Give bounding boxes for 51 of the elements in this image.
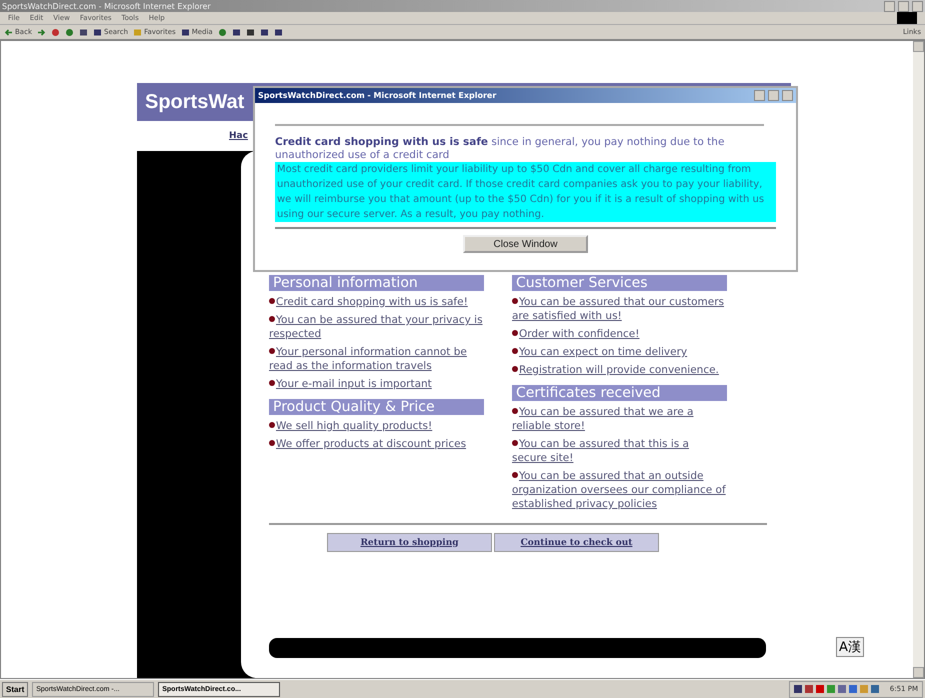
info-link[interactable]: You can be assured that our customers are satisfied with us! bbox=[512, 295, 727, 323]
info-link[interactable]: We offer products at discount prices bbox=[269, 437, 484, 451]
section-heading: Personal information bbox=[269, 275, 484, 291]
nav-link[interactable]: Hac bbox=[229, 131, 248, 141]
bullet-icon bbox=[512, 472, 518, 478]
section-heading: Customer Services bbox=[512, 275, 727, 291]
window-title: SportsWatchDirect.com - Microsoft Internet Explorer bbox=[2, 2, 211, 10]
info-link[interactable]: You can be assured that an outside organization oversees our compliance of established privacy policies bbox=[512, 469, 727, 511]
bullet-icon bbox=[269, 298, 275, 304]
bullet-icon bbox=[512, 440, 518, 446]
arrow-icon bbox=[37, 28, 46, 36]
info-link[interactable]: We sell high quality products! bbox=[269, 419, 484, 433]
ime-indicator[interactable]: A漢 bbox=[836, 637, 864, 657]
info-link[interactable]: You can be assured that this is a secure site! bbox=[512, 437, 727, 465]
info-link[interactable]: You can expect on time delivery bbox=[512, 345, 727, 359]
info-link[interactable]: Credit card shopping with us is safe! bbox=[269, 295, 484, 309]
circle-icon bbox=[65, 28, 74, 36]
bullet-icon bbox=[269, 348, 275, 354]
info-link[interactable]: Registration will provide convenience. bbox=[512, 363, 727, 377]
circle-icon bbox=[51, 28, 60, 36]
bullet-icon bbox=[512, 348, 518, 354]
highlighted-text: Most credit card providers limit your liability up to $50 Cdn and cover all charge resulting from unauthorized use of your credit card. If those credit card companies ask you to pay your liability, we will reimburse you that amount (up to the $50 Cdn) for you if it is a result of shopping with us using our secure server. As a result, you pay nothing. bbox=[275, 162, 776, 222]
info-link[interactable]: Order with confidence! bbox=[512, 327, 727, 341]
intro-text: Credit card shopping with us is safe since in general, you pay nothing due to the unauthorized use of a credit card bbox=[275, 136, 726, 162]
close-window-button[interactable]: Close Window bbox=[463, 235, 588, 253]
toolbar-icon bbox=[133, 28, 142, 36]
circle-icon bbox=[218, 28, 227, 36]
info-link[interactable]: You can be assured that your privacy is respected bbox=[269, 313, 484, 341]
nav-button[interactable]: Return to shopping bbox=[327, 533, 492, 552]
bullet-icon bbox=[512, 330, 518, 336]
info-link[interactable]: Your personal information cannot be read as the information travels bbox=[269, 345, 484, 373]
bullet-icon bbox=[512, 298, 518, 304]
info-link[interactable]: Your e-mail input is important bbox=[269, 377, 484, 391]
popup-title: SportsWatchDirect.com - Microsoft Internet Explorer bbox=[258, 91, 496, 100]
bullet-icon bbox=[269, 316, 275, 322]
site-title: SportsWat bbox=[145, 90, 244, 114]
start-button[interactable]: Start bbox=[2, 682, 28, 696]
info-link[interactable]: You can be assured that we are a reliable store! bbox=[512, 405, 727, 433]
arrow-icon bbox=[4, 28, 13, 36]
bullet-icon bbox=[512, 366, 518, 372]
toolbar-icon bbox=[79, 28, 88, 36]
scrollbar[interactable] bbox=[913, 41, 924, 678]
bullet-icon bbox=[269, 422, 275, 428]
bullet-icon bbox=[269, 440, 275, 446]
section-heading: Certificates received bbox=[512, 385, 727, 401]
toolbar-button[interactable] bbox=[37, 28, 46, 36]
nav-button[interactable]: Continue to check out bbox=[494, 533, 659, 552]
toolbar-icon bbox=[180, 28, 190, 36]
bullet-icon bbox=[269, 380, 275, 386]
bullet-icon bbox=[512, 408, 518, 414]
section-heading: Product Quality & Price bbox=[269, 399, 484, 415]
